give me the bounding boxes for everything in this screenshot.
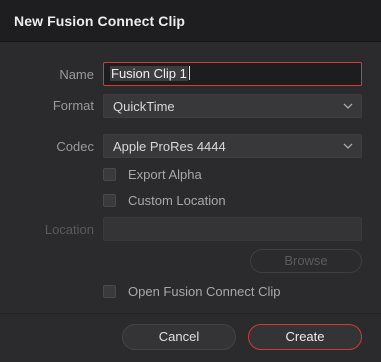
- export-alpha-label: Export Alpha: [128, 167, 202, 182]
- open-fusion-connect-clip-checkbox[interactable]: [103, 285, 116, 298]
- create-button[interactable]: Create: [248, 324, 362, 350]
- export-alpha-checkbox[interactable]: [103, 168, 116, 181]
- location-label: Location: [44, 222, 94, 237]
- dialog-titlebar: New Fusion Connect Clip: [0, 0, 381, 42]
- custom-location-checkbox[interactable]: [103, 194, 116, 207]
- open-fusion-connect-clip-label: Open Fusion Connect Clip: [128, 284, 281, 299]
- location-input: [103, 217, 362, 241]
- name-input[interactable]: Fusion Clip 1: [103, 62, 362, 86]
- chevron-down-icon: [343, 103, 353, 109]
- cancel-button[interactable]: Cancel: [122, 324, 236, 350]
- codec-dropdown[interactable]: Apple ProRes 4444: [103, 134, 362, 158]
- format-selected-value: QuickTime: [113, 99, 175, 114]
- codec-label: Codec: [56, 139, 94, 154]
- browse-button: Browse: [250, 249, 362, 273]
- dialog-title: New Fusion Connect Clip: [14, 13, 186, 29]
- name-input-value: Fusion Clip 1: [110, 66, 188, 81]
- codec-selected-value: Apple ProRes 4444: [113, 139, 226, 154]
- name-label: Name: [59, 67, 94, 82]
- new-fusion-connect-clip-dialog: New Fusion Connect Clip Name Fusion Clip…: [0, 0, 381, 361]
- format-label: Format: [52, 98, 94, 113]
- chevron-down-icon: [343, 143, 353, 149]
- custom-location-label: Custom Location: [128, 193, 226, 208]
- text-cursor: [188, 66, 190, 80]
- format-dropdown[interactable]: QuickTime: [103, 94, 362, 118]
